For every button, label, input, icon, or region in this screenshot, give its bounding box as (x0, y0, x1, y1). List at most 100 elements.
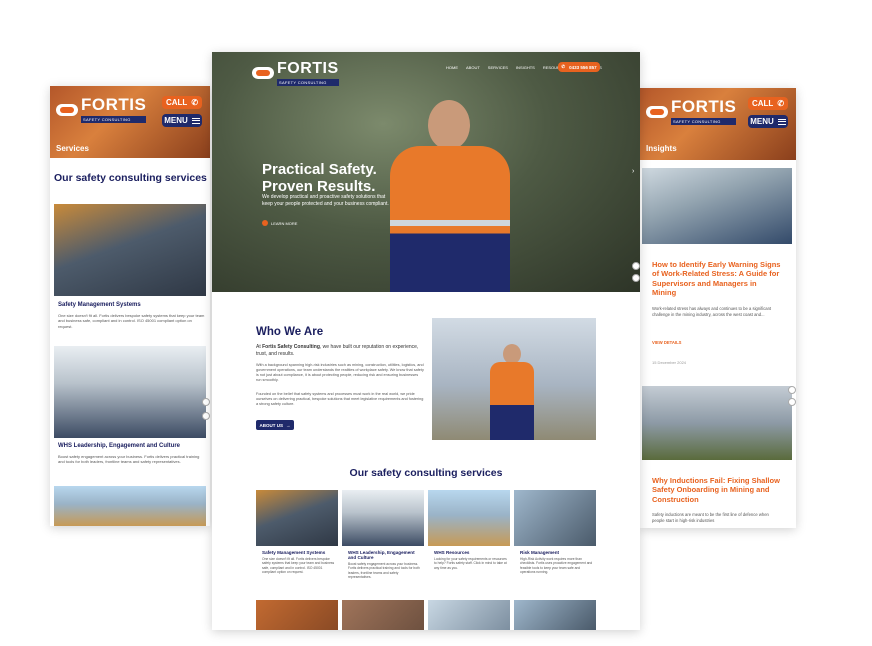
brand-name: FORTIS (277, 60, 339, 77)
call-label: CALL (165, 98, 188, 107)
brand-logo[interactable]: FORTIS SAFETY CONSULTING (252, 60, 339, 86)
menu-label: MENU (164, 116, 188, 125)
worker-head (428, 100, 470, 150)
call-label: CALL (751, 99, 774, 108)
service-card[interactable]: Safety Management Systems One size doesn… (262, 550, 336, 575)
service-image-5 (256, 600, 338, 630)
service-image-8 (514, 600, 596, 630)
mobile-insights-mockup: FORTIS SAFETY CONSULTING CALL ✆ MENU Ins… (640, 88, 796, 528)
article-image-stress (642, 168, 792, 244)
service-image-6 (342, 600, 424, 630)
service-card[interactable]: Risk Management High-Risk Activity work … (520, 550, 594, 575)
service-image-risk (514, 490, 596, 546)
hero-title: Practical Safety. Proven Results. (262, 161, 377, 195)
nav-item-services[interactable]: SERVICES (488, 65, 508, 70)
page-title: Insights (646, 144, 677, 153)
who-lead-brand: Fortis Safety Consulting (262, 344, 320, 350)
brand-logo[interactable]: FORTIS SAFETY CONSULTING (646, 97, 737, 125)
phone-icon: ✆ (191, 98, 199, 107)
hero-cta-button[interactable]: LEARN MORE (262, 220, 297, 226)
article-title[interactable]: How to Identify Early Warning Signs of W… (652, 260, 782, 298)
scroll-tab-icon[interactable] (788, 386, 796, 394)
service-title: WHS Resources (434, 550, 470, 555)
service-body: One size doesn't fit all. Fortis deliver… (262, 557, 335, 575)
hamburger-icon (191, 117, 200, 124)
menu-button[interactable]: MENU (162, 114, 202, 127)
phone-icon: ✆ (777, 99, 785, 108)
hero-next-arrow-icon[interactable]: › (632, 168, 634, 175)
mobile-services-mockup: FORTIS SAFETY CONSULTING CALL ✆ MENU Ser… (50, 86, 210, 526)
arrow-right-icon: → (286, 422, 291, 428)
worker-head (503, 344, 521, 364)
who-lead: At Fortis Safety Consulting, we have bui… (256, 344, 424, 358)
phone-button[interactable]: ✆ 0433 556 857 (558, 62, 600, 72)
service-card[interactable]: WHS Leadership, Engagement and Culture B… (348, 550, 422, 580)
brand-tagline: SAFETY CONSULTING (277, 79, 339, 86)
service-card[interactable]: WHS Resources Looking for your safety re… (434, 550, 508, 570)
scroll-tab-icon[interactable] (632, 262, 640, 270)
hamburger-icon (777, 118, 786, 125)
card-title[interactable]: Safety Management Systems (58, 302, 206, 308)
card-image-resources (54, 486, 206, 526)
brand-tagline: SAFETY CONSULTING (81, 116, 147, 123)
who-image (432, 318, 596, 440)
about-us-button[interactable]: ABOUT US → (256, 420, 294, 430)
brand-tagline: SAFETY CONSULTING (671, 118, 737, 125)
worker-figure (490, 344, 534, 440)
nav-item-insights[interactable]: INSIGHTS (516, 65, 535, 70)
who-paragraph-2: Founded on the belief that safety system… (256, 392, 424, 407)
hero-cta-label: LEARN MORE (271, 220, 298, 226)
who-lead-prefix: At (256, 344, 261, 350)
article-excerpt: Safety inductions are meant to be the fi… (652, 512, 769, 523)
worker-vest (390, 146, 510, 292)
view-details-link[interactable]: VIEW DETAILS (652, 340, 681, 345)
service-body: Looking for your safety requirements or … (434, 557, 507, 570)
section-heading: Our safety consulting services (54, 172, 207, 184)
service-title: WHS Leadership, Engagement and Culture (348, 550, 415, 560)
article-image-inductions (642, 386, 792, 460)
brand-name: FORTIS (81, 95, 147, 114)
service-image-resources (428, 490, 510, 546)
card-body: Boost safety engagement across your busi… (58, 454, 200, 465)
nav-item-about[interactable]: ABOUT (466, 65, 480, 70)
about-us-label: ABOUT US (259, 422, 284, 428)
hero-subtitle: We develop practical and proactive safet… (262, 194, 389, 207)
logo-mark-icon (252, 67, 274, 79)
logo-mark-icon (56, 103, 78, 116)
service-image-7 (428, 600, 510, 630)
brand-logo[interactable]: FORTIS SAFETY CONSULTING (56, 95, 147, 123)
who-paragraph-1: With a background spanning high-risk ind… (256, 363, 424, 383)
call-button[interactable]: CALL ✆ (162, 96, 202, 109)
worker-vest (490, 362, 534, 440)
arrow-circle-icon (262, 220, 268, 226)
hero-title-line1: Practical Safety. (262, 161, 377, 178)
who-heading: Who We Are (256, 326, 324, 338)
service-title: Safety Management Systems (262, 550, 326, 555)
brand-name: FORTIS (671, 97, 737, 116)
nav-item-home[interactable]: HOME (446, 65, 458, 70)
service-body: High-Risk Activity work requires more th… (520, 557, 593, 575)
logo-mark-icon (646, 105, 668, 118)
hero-title-line2: Proven Results. (262, 177, 376, 195)
article-date: 15 December 2024 (652, 360, 687, 365)
scroll-tab-icon[interactable] (202, 398, 210, 406)
card-image-leadership (54, 346, 206, 438)
card-title[interactable]: WHS Leadership, Engagement and Culture (58, 443, 206, 449)
menu-button[interactable]: MENU (748, 115, 788, 128)
scroll-tab-icon[interactable] (788, 398, 796, 406)
services-heading: Our safety consulting services (349, 467, 503, 479)
scroll-tab-icon[interactable] (202, 412, 210, 420)
card-body: One size doesn't fit all. Fortis deliver… (58, 313, 205, 329)
call-button[interactable]: CALL ✆ (748, 97, 788, 110)
desktop-home-mockup: FORTIS SAFETY CONSULTING HOME ABOUT SERV… (212, 52, 640, 630)
article-title[interactable]: Why Inductions Fail: Fixing Shallow Safe… (652, 476, 782, 504)
phone-number: 0433 556 857 (569, 64, 597, 70)
menu-label: MENU (750, 117, 774, 126)
service-body: Boost safety engagement across your busi… (348, 562, 420, 580)
worker-figure (372, 100, 532, 292)
service-title: Risk Management (520, 550, 560, 555)
phone-icon: ✆ (561, 64, 566, 69)
card-image-safety-systems (54, 204, 206, 296)
service-image-safety-systems (256, 490, 338, 546)
scroll-tab-icon[interactable] (632, 274, 640, 282)
